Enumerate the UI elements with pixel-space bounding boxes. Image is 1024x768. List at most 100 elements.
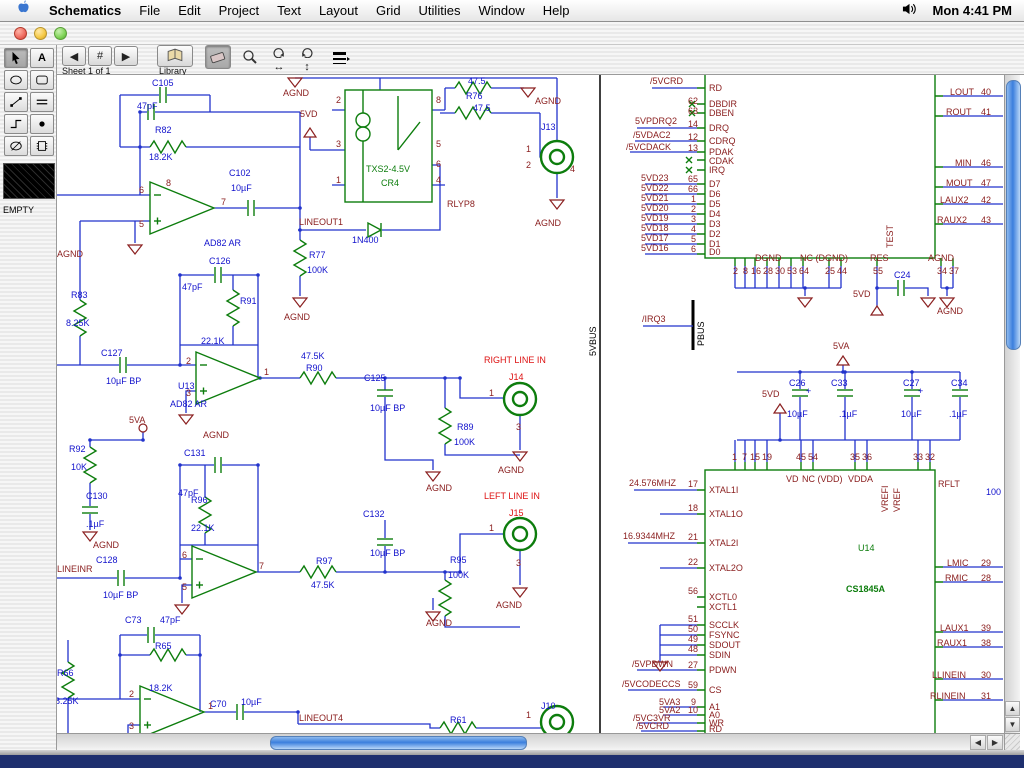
bus-tool-button[interactable] xyxy=(30,92,54,112)
schematic-label: 22.1K xyxy=(191,523,215,533)
prev-sheet-button[interactable]: ◀ xyxy=(62,46,86,66)
flip-vertical-button[interactable]: ↕ xyxy=(295,60,319,74)
schematic-label: C102 xyxy=(229,168,251,178)
schematic-label: 100K xyxy=(454,437,475,447)
line-width-menu-button[interactable] xyxy=(327,46,355,72)
part-tool-button[interactable] xyxy=(30,136,54,156)
close-button[interactable] xyxy=(14,27,27,40)
sheet-number-button[interactable]: # xyxy=(88,46,112,66)
next-sheet-button[interactable]: ▶ xyxy=(114,46,138,66)
component-icon xyxy=(35,139,49,153)
library-button[interactable] xyxy=(157,45,193,67)
schematic-label: 28 xyxy=(763,266,773,276)
schematic-label: 3 xyxy=(336,139,341,149)
scroll-up-button[interactable]: ▲ xyxy=(1005,701,1020,716)
select-tool-button[interactable] xyxy=(4,48,28,68)
menu-text[interactable]: Text xyxy=(268,0,310,22)
menu-project[interactable]: Project xyxy=(210,0,268,22)
schematic-label: AGND xyxy=(426,483,453,493)
text-tool-button[interactable]: A xyxy=(30,48,54,68)
schematic-label: 50 xyxy=(688,624,698,634)
schematic-label: 10µF BP xyxy=(370,548,405,558)
schematic-label: D0 xyxy=(709,247,721,257)
ic-upper-section xyxy=(705,75,935,258)
menu-file[interactable]: File xyxy=(130,0,169,22)
scroll-left-button[interactable]: ◀ xyxy=(970,735,986,750)
schematic-label: 56 xyxy=(688,586,698,596)
fill-pattern-swatch[interactable] xyxy=(3,163,55,199)
schematic-label: LINEOUT1 xyxy=(299,217,343,227)
round-rect-tool-button[interactable] xyxy=(30,70,54,90)
schematic-label: 47.5 xyxy=(468,76,486,86)
menu-clock[interactable]: Mon 4:41 PM xyxy=(933,3,1012,18)
horizontal-scroll-thumb[interactable] xyxy=(270,736,527,750)
schematic-label: 5 xyxy=(139,219,144,229)
schematic-label: 47pF xyxy=(160,615,181,625)
schematic-canvas[interactable]: C105AGND47pFR8218.2K5VDC10210µFTXS2-4.5V… xyxy=(57,75,1004,733)
schematic-label: 1 xyxy=(526,144,531,154)
schematic-label: 5 xyxy=(436,139,441,149)
schematic-label: 4 xyxy=(436,175,441,185)
menu-layout[interactable]: Layout xyxy=(310,0,367,22)
schematic-label: 39 xyxy=(981,623,991,633)
vertical-arrows-icon: ↕ xyxy=(304,61,310,73)
vertical-scroll-thumb[interactable] xyxy=(1006,80,1021,350)
schematic-label: DBEN xyxy=(709,108,734,118)
horizontal-scrollbar[interactable]: ◀ ▶ xyxy=(57,733,1004,750)
schematic-label: LINEINR xyxy=(57,564,93,574)
schematic-label: 47 xyxy=(981,178,991,188)
window-titlebar[interactable] xyxy=(0,22,1024,45)
schematic-label: /5VCDACK xyxy=(626,142,671,152)
schematic-label: U14 xyxy=(858,543,875,553)
flip-horizontal-button[interactable]: ↔ xyxy=(267,60,291,74)
menu-utilities[interactable]: Utilities xyxy=(410,0,470,22)
apple-menu[interactable] xyxy=(8,0,40,22)
no-fill-tool-button[interactable] xyxy=(4,136,28,156)
schematic-label: 1 xyxy=(526,710,531,720)
schematic-label: 1N400 xyxy=(352,235,379,245)
schematic-label: 10 xyxy=(688,705,698,715)
schematic-label: 5VD xyxy=(762,389,780,399)
window-grow-box[interactable] xyxy=(1004,733,1020,750)
schematic-label: SCCLK xyxy=(709,620,739,630)
schematic-label: 6 xyxy=(691,244,696,254)
schematic-label: 59 xyxy=(688,680,698,690)
schematic-label: 17 xyxy=(688,479,698,489)
scroll-down-button[interactable]: ▼ xyxy=(1005,717,1020,732)
ellipse-icon xyxy=(9,73,23,87)
ellipse-tool-button[interactable] xyxy=(4,70,28,90)
erase-tool-button[interactable] xyxy=(205,45,231,69)
line-tool-button[interactable] xyxy=(4,92,28,112)
schematic-label: 62 xyxy=(688,96,698,106)
zoom-tool-button[interactable] xyxy=(239,47,261,67)
schematic-label: 63 xyxy=(688,106,698,116)
schematic-viewport[interactable]: C105AGND47pFR8218.2K5VDC10210µFTXS2-4.5V… xyxy=(57,75,1004,733)
schematic-label: 30 xyxy=(981,670,991,680)
schematic-label: 10µF xyxy=(241,697,262,707)
scroll-right-button[interactable]: ▶ xyxy=(987,735,1003,750)
schematic-label: 3 xyxy=(516,558,521,568)
wire-tool-button[interactable] xyxy=(4,114,28,134)
schematic-label: ROUT xyxy=(946,107,972,117)
volume-menu-extra[interactable] xyxy=(902,2,917,19)
application-window: ◀ # ▶ Sheet 1 of 1 Library xyxy=(0,22,1024,755)
schematic-label: 8 xyxy=(166,178,171,188)
schematic-label: 2 xyxy=(733,266,738,276)
menu-help[interactable]: Help xyxy=(534,0,579,22)
schematic-label: 47.5K xyxy=(311,580,335,590)
schematic-label: 14 xyxy=(688,119,698,129)
schematic-label: 2 xyxy=(526,160,531,170)
schematic-label: AGND xyxy=(937,306,964,316)
menu-app-name[interactable]: Schematics xyxy=(40,0,130,22)
menu-edit[interactable]: Edit xyxy=(169,0,209,22)
rotate-cw-button[interactable] xyxy=(295,45,319,59)
vertical-scrollbar[interactable]: ▲ ▼ xyxy=(1004,75,1020,733)
schematic-label: 53 xyxy=(787,266,797,276)
minimize-button[interactable] xyxy=(34,27,47,40)
rotate-ccw-button[interactable] xyxy=(267,45,291,59)
menu-grid[interactable]: Grid xyxy=(367,0,410,22)
menu-window[interactable]: Window xyxy=(469,0,533,22)
eraser-icon xyxy=(209,49,227,65)
zoom-button[interactable] xyxy=(54,27,67,40)
junction-tool-button[interactable] xyxy=(30,114,54,134)
